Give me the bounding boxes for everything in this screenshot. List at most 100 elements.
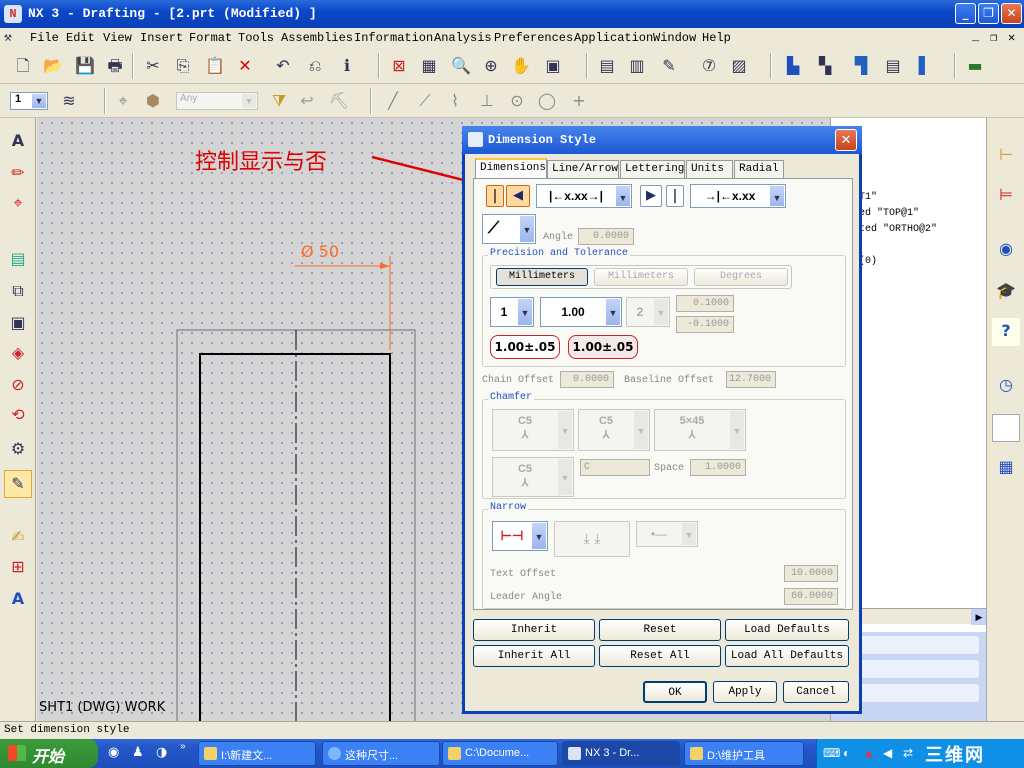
table-icon[interactable]: ▥ <box>624 53 650 79</box>
assembly-nav-tab-icon[interactable]: ⊢ <box>992 142 1020 170</box>
snap-existing-point-icon[interactable]: + <box>566 88 592 114</box>
annotation-editor-icon[interactable]: A <box>4 128 32 156</box>
task-new-folder[interactable]: I:\新建文... <box>198 741 316 766</box>
chamfer-style-select-4[interactable]: C5 ⅄ ▼ <box>492 457 574 497</box>
tab-radial[interactable]: Radial <box>734 160 784 178</box>
chamfer-style-select-1[interactable]: C5 ⅄ ▼ <box>492 409 574 451</box>
history-tab-icon[interactable]: ◷ <box>992 372 1020 400</box>
information-icon[interactable]: ℹ <box>334 53 360 79</box>
undo-icon[interactable]: ↶ <box>270 53 296 79</box>
right-arrow-toggle[interactable]: ▶ <box>640 185 662 207</box>
menu-tools[interactable]: Tools <box>238 31 274 45</box>
snap-point-icon[interactable]: ⌖ <box>110 88 136 114</box>
hatch-icon[interactable]: ▨ <box>726 53 752 79</box>
lettering-icon[interactable]: A <box>4 586 32 614</box>
assembly-navigator-icon[interactable]: ▙ <box>780 53 806 79</box>
antivirus-icon[interactable]: ▲ <box>863 746 875 760</box>
dimension-style-icon[interactable]: ✎ <box>4 470 32 498</box>
text-offset-field[interactable]: 10.0000 <box>784 565 838 582</box>
restore-button[interactable]: ❐ <box>978 3 999 24</box>
menu-assemblies[interactable]: Assemblies <box>281 31 353 45</box>
training-tab-icon[interactable]: 🎓 <box>992 278 1020 306</box>
lower-tolerance-field[interactable]: -0.1000 <box>676 316 734 333</box>
cut-icon[interactable]: ✂ <box>140 53 166 79</box>
menu-file[interactable]: File <box>30 31 59 45</box>
update-view-icon[interactable]: ⟲ <box>4 402 32 430</box>
load-all-defaults-button[interactable]: Load All Defaults <box>725 645 849 667</box>
web-browser-tab-icon[interactable]: ◉ <box>992 236 1020 264</box>
doc-minimize-button[interactable]: _ <box>972 30 979 44</box>
history-icon[interactable]: ▤ <box>880 53 906 79</box>
chamfer-style-select-2[interactable]: C5 ⅄ ▼ <box>578 409 650 451</box>
chain-offset-field[interactable]: 0.0000 <box>560 371 614 388</box>
task-documents[interactable]: C:\Docume... <box>442 741 558 766</box>
close-button[interactable]: ✕ <box>1001 3 1022 24</box>
menu-window[interactable]: Window <box>653 31 696 45</box>
print-icon[interactable]: 🖶 <box>102 53 128 79</box>
work-layer-select[interactable]: 1 ▼ <box>10 92 48 110</box>
repeat-command-icon[interactable]: ⎌ <box>302 53 328 79</box>
doc-close-button[interactable]: ✕ <box>1008 30 1015 45</box>
panel-section-2[interactable] <box>843 660 979 678</box>
tolerance-type-select[interactable]: 1.00 ▼ <box>540 297 622 327</box>
tab-units[interactable]: Units <box>686 160 733 178</box>
menu-analysis[interactable]: Analysis <box>434 31 492 45</box>
load-defaults-button[interactable]: Load Defaults <box>725 619 849 641</box>
panel-section-1[interactable] <box>843 636 979 654</box>
menu-application[interactable]: Application <box>574 31 653 45</box>
zoom-icon[interactable]: 🔍 <box>448 53 474 79</box>
precision-select[interactable]: 1 ▼ <box>490 297 534 327</box>
spreadsheet-tab-icon[interactable]: ▦ <box>992 454 1020 482</box>
menu-information[interactable]: Information <box>354 31 433 45</box>
dimension-icon[interactable]: ✏ <box>4 160 32 188</box>
inherit-all-button[interactable]: Inherit All <box>473 645 595 667</box>
reset-button[interactable]: Reset <box>599 619 721 641</box>
break-view-icon[interactable]: ◈ <box>4 340 32 368</box>
volume-icon[interactable]: ◀ <box>883 746 892 760</box>
paste-icon[interactable]: 📋 <box>202 53 228 79</box>
upper-tolerance-field[interactable]: 0.1000 <box>676 295 734 312</box>
reset-all-button[interactable]: Reset All <box>599 645 721 667</box>
dialog-close-button[interactable]: ✕ <box>835 129 857 151</box>
text-placement-select[interactable]: →|←x.xx ▼ <box>690 184 786 208</box>
scroll-right-icon[interactable]: ▶ <box>971 609 987 625</box>
keyboard-icon[interactable]: ⌨ <box>823 746 840 760</box>
select-tool-icon[interactable]: ⛏ <box>326 88 352 114</box>
origin-icon[interactable]: ⌖ <box>4 190 32 218</box>
tolerance-style-button-1[interactable]: 1.00±.05 <box>490 335 560 359</box>
copy-icon[interactable]: ⎘ <box>170 53 196 79</box>
task-maintenance-tools[interactable]: D:\维护工具 <box>684 741 804 766</box>
snap-center-icon[interactable]: ⊙ <box>504 88 530 114</box>
nx-app-icon[interactable]: N <box>4 5 22 23</box>
shaded-icon[interactable]: ▣ <box>540 53 566 79</box>
type-filter-select[interactable]: Any ▼ <box>176 92 258 110</box>
snap-quadrant-icon[interactable]: ◯ <box>534 88 560 114</box>
grid-view-icon[interactable]: ▤ <box>594 53 620 79</box>
drafting-edit-icon[interactable]: ⚙ <box>4 436 32 464</box>
narrow-style-select[interactable]: ⊢⊣ ▼ <box>492 521 548 551</box>
part-navigator-icon[interactable]: ▚ <box>812 53 838 79</box>
tolerance-precision-select[interactable]: 2 ▼ <box>626 297 670 327</box>
quick-launch-media-icon[interactable]: ◑ <box>156 745 167 760</box>
zoom-window-icon[interactable]: ▦ <box>416 53 442 79</box>
inherit-button[interactable]: Inherit <box>473 619 595 641</box>
system-materials-icon[interactable]: ▌ <box>912 53 938 79</box>
minimize-button[interactable]: _ <box>955 3 976 24</box>
cancel-button[interactable]: Cancel <box>783 681 849 703</box>
apply-button[interactable]: Apply <box>713 681 777 703</box>
snap-intersection-icon[interactable]: ⊥ <box>474 88 500 114</box>
help-tab-icon[interactable]: ? <box>992 318 1020 346</box>
panel-section-3[interactable] <box>843 684 979 702</box>
snap-box-icon[interactable]: ⬢ <box>140 88 166 114</box>
filter-icon[interactable]: ⧩ <box>266 88 292 114</box>
add-view-icon[interactable]: ▤ <box>4 246 32 274</box>
detail-view-icon[interactable]: ▣ <box>4 310 32 338</box>
menu-insert[interactable]: Insert <box>140 31 183 45</box>
menu-preferences[interactable]: Preferences <box>494 31 573 45</box>
degrees-button[interactable]: Degrees <box>694 268 788 286</box>
pan-icon[interactable]: ✋ <box>508 53 534 79</box>
quick-launch-more-icon[interactable]: » <box>180 741 186 752</box>
quick-launch-messenger-icon[interactable]: ♟ <box>132 745 144 760</box>
snap-endpoint-icon[interactable]: ╱ <box>380 88 406 114</box>
fit-view-icon[interactable]: ⊠ <box>386 53 412 79</box>
